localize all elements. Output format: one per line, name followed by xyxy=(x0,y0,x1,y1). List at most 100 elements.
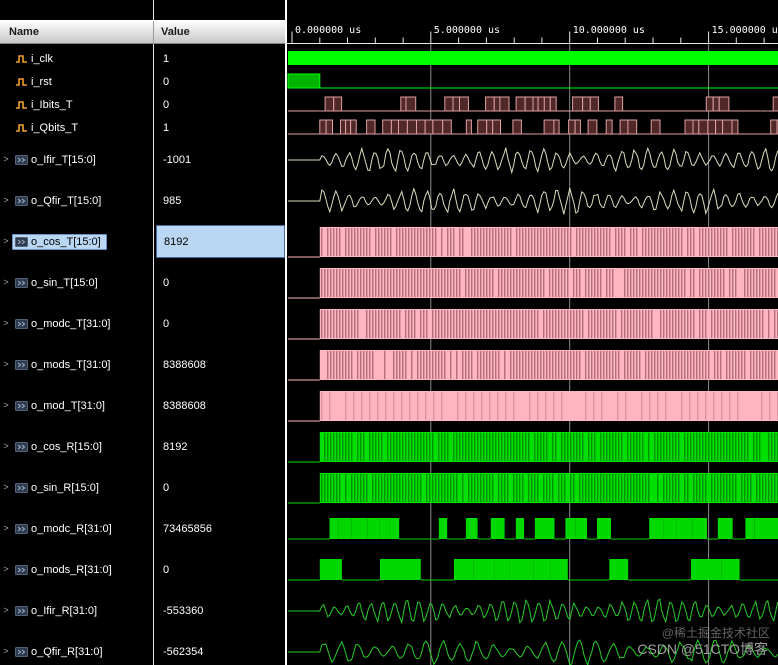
signal-name: i_Ibits_T xyxy=(31,98,73,111)
signal-name: o_mods_R[31:0] xyxy=(31,563,112,576)
signal-name: o_Ifir_T[15:0] xyxy=(31,153,96,166)
signal-value: 1 xyxy=(163,52,170,65)
signal-name-wrap[interactable]: i_clk xyxy=(12,51,59,67)
signal-row[interactable]: > o_Qfir_R[31:0] xyxy=(0,631,153,665)
signal-name-wrap[interactable]: o_sin_T[15:0] xyxy=(12,275,104,291)
signal-value: 73465856 xyxy=(163,522,212,535)
bus-signal-icon xyxy=(15,236,28,248)
signal-row[interactable]: > o_Qfir_T[15:0] xyxy=(0,180,153,221)
signal-name-wrap[interactable]: o_Qfir_R[31:0] xyxy=(12,644,109,660)
scalar-signal-icon xyxy=(15,99,28,111)
svg-text:5.000000 us: 5.000000 us xyxy=(434,25,500,36)
scalar-signal-icon xyxy=(15,76,28,88)
signal-row[interactable]: > o_cos_R[15:0] xyxy=(0,426,153,467)
signal-name-wrap[interactable]: i_rst xyxy=(12,74,58,90)
signal-name-wrap[interactable]: o_mod_T[31:0] xyxy=(12,398,111,414)
waveform-canvas[interactable]: 0.000000 us 5.000000 us 10.000000 us 15.000… xyxy=(287,0,778,665)
signal-row[interactable]: i_Qbits_T xyxy=(0,116,153,139)
signal-row[interactable]: > o_mods_T[31:0] xyxy=(0,344,153,385)
expand-arrow-icon[interactable]: > xyxy=(0,278,12,287)
bus-signal-icon xyxy=(15,154,28,166)
expand-arrow-icon[interactable]: > xyxy=(0,401,12,410)
signal-value: 1 xyxy=(163,121,170,134)
signal-name: o_cos_T[15:0] xyxy=(31,235,101,248)
expand-arrow-icon[interactable]: > xyxy=(0,442,12,451)
expand-arrow-icon[interactable]: > xyxy=(0,237,12,246)
signal-value: 8388608 xyxy=(163,358,206,371)
bus-signal-icon xyxy=(15,564,28,576)
signal-row[interactable]: > o_Ifir_R[31:0] xyxy=(0,590,153,631)
wave-panel: 0.000000 us 5.000000 us 10.000000 us 15.000… xyxy=(287,0,778,665)
signal-name-wrap[interactable]: o_Ifir_T[15:0] xyxy=(12,152,102,168)
signal-row[interactable]: > o_mod_T[31:0] xyxy=(0,385,153,426)
signal-name-wrap[interactable]: o_modc_R[31:0] xyxy=(12,521,118,537)
signal-value[interactable]: 8192 xyxy=(156,225,285,258)
expand-arrow-icon[interactable]: > xyxy=(0,196,12,205)
signal-row[interactable]: > o_cos_T[15:0] xyxy=(0,221,153,262)
signal-row[interactable]: i_Ibits_T xyxy=(0,93,153,116)
header-column-divider xyxy=(153,21,154,43)
signal-name-wrap[interactable]: o_cos_R[15:0] xyxy=(12,439,108,455)
signal-value: 985 xyxy=(163,194,182,207)
signal-name-wrap[interactable]: o_cos_T[15:0] xyxy=(12,233,107,250)
signal-name-wrap[interactable]: o_mods_R[31:0] xyxy=(12,562,118,578)
signal-name-wrap[interactable]: i_Ibits_T xyxy=(12,97,79,113)
bus-signal-icon xyxy=(15,195,28,207)
bus-signal-icon xyxy=(15,318,28,330)
expand-arrow-icon[interactable]: > xyxy=(0,483,12,492)
expand-arrow-icon[interactable]: > xyxy=(0,606,12,615)
signal-value: 0 xyxy=(163,317,170,330)
name-value-divider xyxy=(153,0,154,665)
signal-name: o_mod_T[31:0] xyxy=(31,399,105,412)
expand-arrow-icon[interactable]: > xyxy=(0,360,12,369)
signal-value: -553360 xyxy=(163,604,204,617)
signal-row[interactable]: > o_modc_T[31:0] xyxy=(0,303,153,344)
signal-panel: Name Value i_clk i_rst i_Ibits_T i_Qbits_T >… xyxy=(0,0,287,665)
name-column-header[interactable]: Name xyxy=(9,26,39,38)
signal-name-wrap[interactable]: o_modc_T[31:0] xyxy=(12,316,117,332)
signal-name: o_sin_T[15:0] xyxy=(31,276,98,289)
expand-arrow-icon[interactable]: > xyxy=(0,155,12,164)
signal-row[interactable]: > o_modc_R[31:0] xyxy=(0,508,153,549)
signal-name: i_Qbits_T xyxy=(31,121,79,134)
signal-row[interactable]: > o_sin_T[15:0] xyxy=(0,262,153,303)
signal-panel-header: Name Value xyxy=(0,20,285,44)
expand-arrow-icon[interactable]: > xyxy=(0,524,12,533)
signal-name: i_rst xyxy=(31,75,52,88)
expand-arrow-icon[interactable]: > xyxy=(0,319,12,328)
signal-name: i_clk xyxy=(31,52,54,65)
signal-row[interactable]: > o_mods_R[31:0] xyxy=(0,549,153,590)
signal-value: 0 xyxy=(163,276,170,289)
signal-name-wrap[interactable]: o_mods_T[31:0] xyxy=(12,357,117,373)
signal-name: o_mods_T[31:0] xyxy=(31,358,111,371)
scalar-signal-icon xyxy=(15,53,28,65)
svg-text:15.000000 us: 15.000000 us xyxy=(712,25,778,36)
expand-arrow-icon[interactable]: > xyxy=(0,647,12,656)
signal-value: -562354 xyxy=(163,645,204,658)
signal-row[interactable]: > o_Ifir_T[15:0] xyxy=(0,139,153,180)
signal-value: 0 xyxy=(163,481,170,494)
signal-name: o_modc_T[31:0] xyxy=(31,317,111,330)
svg-text:0.000000 us: 0.000000 us xyxy=(295,25,361,36)
signal-name-wrap[interactable]: i_Qbits_T xyxy=(12,120,84,136)
value-column-header[interactable]: Value xyxy=(161,26,190,38)
signal-name-wrap[interactable]: o_Qfir_T[15:0] xyxy=(12,193,107,209)
signal-name-wrap[interactable]: o_Ifir_R[31:0] xyxy=(12,603,103,619)
signal-row[interactable]: i_rst xyxy=(0,70,153,93)
bus-signal-icon xyxy=(15,359,28,371)
signal-row[interactable]: i_clk xyxy=(0,47,153,70)
signal-name: o_sin_R[15:0] xyxy=(31,481,99,494)
scalar-signal-icon xyxy=(15,122,28,134)
expand-arrow-icon[interactable]: > xyxy=(0,565,12,574)
waveform-viewer-window: Name Value i_clk i_rst i_Ibits_T i_Qbits_T >… xyxy=(0,0,778,665)
signal-value: 0 xyxy=(163,563,170,576)
bus-signal-icon xyxy=(15,441,28,453)
signal-name: o_modc_R[31:0] xyxy=(31,522,112,535)
signal-row[interactable]: > o_sin_R[15:0] xyxy=(0,467,153,508)
bus-signal-icon xyxy=(15,523,28,535)
watermark-csdn: CSDN @51CTO博客 xyxy=(637,641,768,657)
signal-name: o_Qfir_T[15:0] xyxy=(31,194,102,207)
bus-signal-icon xyxy=(15,646,28,658)
svg-text:10.000000 us: 10.000000 us xyxy=(573,25,645,36)
signal-name-wrap[interactable]: o_sin_R[15:0] xyxy=(12,480,105,496)
